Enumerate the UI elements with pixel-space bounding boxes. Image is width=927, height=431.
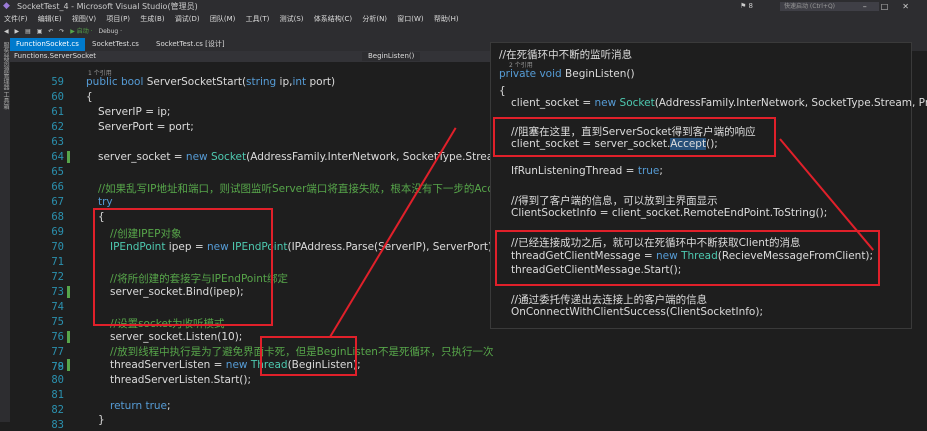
popup-code-line: ClientSocketInfo = client_socket.RemoteE…	[511, 207, 828, 219]
line-number: 82	[51, 404, 64, 416]
line-number: 77	[51, 346, 64, 358]
popup-signature: private void BeginListen()	[499, 68, 635, 80]
line-number: 75	[51, 316, 64, 328]
line-number: 65	[51, 166, 64, 178]
code-line: server_socket.Listen(10);	[110, 331, 243, 343]
annotation-box-accept	[493, 117, 776, 157]
line-number: 69	[51, 226, 64, 238]
solution-config-select[interactable]: Debug ·	[98, 25, 122, 38]
code-line: }	[98, 414, 105, 426]
notifications-flag-icon[interactable]: ⚑ 8	[740, 0, 753, 13]
line-number: 66	[51, 181, 64, 193]
change-marker	[67, 286, 70, 298]
line-number: 67	[51, 196, 64, 208]
line-number: 83	[51, 419, 64, 431]
line-number: 59	[51, 76, 64, 88]
toolbar: ◀ ▶ ▤ ▣ ↶ ↷ ▶ 启动 · Debug ·	[0, 25, 927, 38]
annotation-box-try-block	[93, 208, 273, 326]
visual-studio-logo-icon: ◆	[3, 1, 10, 11]
line-number: 79	[51, 361, 64, 373]
line-number: 73	[51, 286, 64, 298]
menu-window[interactable]: 窗口(W)	[397, 13, 423, 25]
popup-code-line: OnConnectWithClientSuccess(ClientSocketI…	[511, 306, 763, 318]
menu-debug[interactable]: 调试(D)	[175, 13, 200, 25]
popup-code-line: IfRunListeningThread = true;	[511, 165, 663, 177]
menu-edit[interactable]: 编辑(E)	[38, 13, 62, 25]
annotation-box-thread	[495, 230, 880, 286]
navigation-bar: Functions.ServerSocket BeginListen()	[10, 51, 500, 62]
code-comment: //如果乱写IP地址和端口，则试图监听Server端口将直接失败，根本没有下一步…	[98, 183, 507, 195]
popup-code-line: client_socket = new Socket(AddressFamily…	[511, 97, 927, 109]
notifications-count: 8	[748, 2, 753, 10]
save-icon[interactable]: ▣	[37, 25, 43, 38]
line-number: 62	[51, 121, 64, 133]
line-number: 64	[51, 151, 64, 163]
line-number: 60	[51, 91, 64, 103]
change-marker	[67, 359, 70, 371]
undo-icon[interactable]: ↶	[48, 25, 53, 38]
line-number: 80	[51, 374, 64, 386]
window-title: SocketTest_4 - Microsoft Visual Studio(管…	[17, 2, 198, 11]
menu-build[interactable]: 生成(B)	[140, 13, 164, 25]
menu-view[interactable]: 视图(V)	[72, 13, 96, 25]
menu-tools[interactable]: 工具(T)	[246, 13, 270, 25]
line-number: 61	[51, 106, 64, 118]
open-icon[interactable]: ▤	[25, 25, 31, 38]
menu-bar: 文件(F) 编辑(E) 视图(V) 项目(P) 生成(B) 调试(D) 团队(M…	[0, 13, 927, 25]
line-number: 70	[51, 241, 64, 253]
code-line: ServerIP = ip;	[98, 106, 171, 118]
forward-icon[interactable]: ▶	[15, 25, 20, 38]
back-icon[interactable]: ◀	[4, 25, 9, 38]
menu-help[interactable]: 帮助(H)	[434, 13, 459, 25]
class-dropdown[interactable]: Functions.ServerSocket	[14, 52, 96, 60]
popup-comment: //得到了客户端的信息，可以放到主界面显示	[511, 195, 718, 207]
change-marker	[67, 331, 70, 343]
code-line: server_socket = new Socket(AddressFamily…	[98, 151, 517, 163]
line-number: 74	[51, 301, 64, 313]
line-number: 63	[51, 136, 64, 148]
menu-architecture[interactable]: 体系结构(C)	[314, 13, 352, 25]
change-marker	[67, 151, 70, 163]
code-line: {	[86, 91, 93, 103]
menu-team[interactable]: 团队(M)	[210, 13, 236, 25]
member-dropdown[interactable]: BeginListen()	[362, 52, 421, 61]
side-tool-strip: 服务器资源管理器 工具箱	[0, 38, 10, 422]
menu-analyze[interactable]: 分析(N)	[362, 13, 387, 25]
tab-functionsocket[interactable]: FunctionSocket.cs	[10, 38, 85, 51]
menu-file[interactable]: 文件(F)	[4, 13, 28, 25]
tab-sockettest-design[interactable]: SocketTest.cs [设计]	[150, 38, 231, 51]
menu-test[interactable]: 测试(S)	[280, 13, 304, 25]
title-bar: ◆ SocketTest_4 - Microsoft Visual Studio…	[0, 0, 927, 13]
redo-icon[interactable]: ↷	[59, 25, 64, 38]
code-line: ServerPort = port;	[98, 121, 194, 133]
tab-sockettest[interactable]: SocketTest.cs	[86, 38, 145, 51]
line-number: 81	[51, 389, 64, 401]
code-line: try	[98, 196, 113, 208]
window-controls[interactable]: –□✕	[863, 0, 923, 13]
line-number: 68	[51, 211, 64, 223]
server-explorer-tab[interactable]: 服务器资源管理器 工具箱	[1, 42, 10, 110]
popup-comment: //通过委托传递出去连接上的客户端的信息	[511, 294, 708, 306]
code-line: return true;	[110, 400, 171, 412]
code-line: threadServerListen.Start();	[110, 374, 252, 386]
line-number: 72	[51, 271, 64, 283]
start-button[interactable]: ▶ 启动 ·	[70, 25, 92, 38]
annotation-box-beginlisten	[260, 336, 357, 376]
code-line: public bool ServerSocketStart(string ip,…	[86, 76, 336, 88]
menu-project[interactable]: 项目(P)	[106, 13, 130, 25]
popup-brace: {	[499, 85, 506, 97]
line-number: 76	[51, 331, 64, 343]
line-number: 71	[51, 256, 64, 268]
